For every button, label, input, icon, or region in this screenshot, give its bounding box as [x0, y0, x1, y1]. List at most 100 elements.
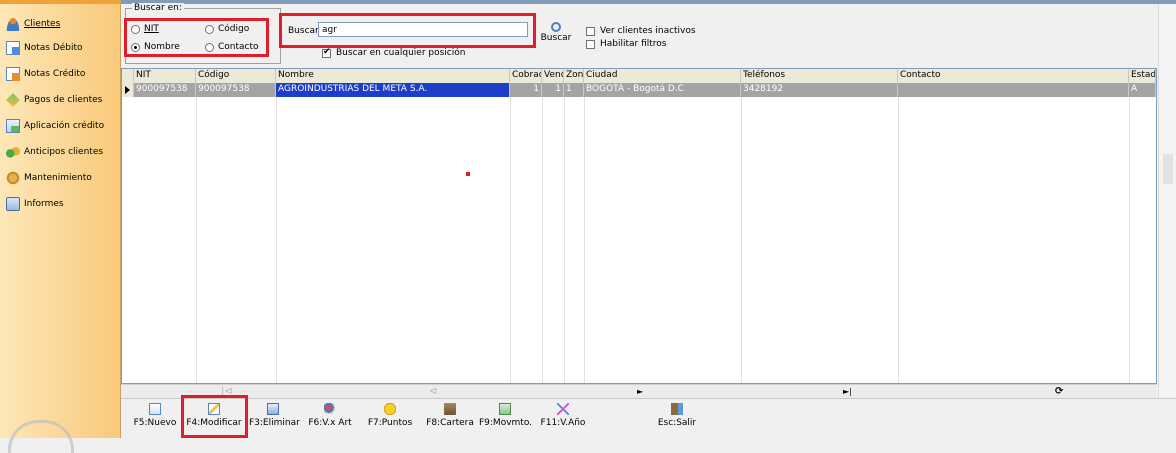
vertical-scrollbar[interactable] — [1158, 4, 1176, 398]
grid-line — [898, 97, 899, 383]
grid-line — [564, 97, 565, 383]
row-indicator-header — [122, 69, 134, 83]
movement-icon — [499, 403, 511, 415]
search-icon — [551, 22, 561, 32]
checkbox-box[interactable] — [586, 26, 595, 36]
record-navigator: |⊲ ⊲ ► ►| ⟳ — [121, 384, 1157, 399]
grid-line — [510, 97, 511, 383]
grid-line — [276, 97, 277, 383]
grid-line — [542, 97, 543, 383]
movement-button[interactable]: F9:Movmto. — [479, 401, 533, 435]
button-label: F5:Nuevo — [133, 418, 177, 428]
checkbox-box[interactable] — [322, 47, 331, 58]
sidebar-item-clientes[interactable]: Clientes — [6, 14, 60, 34]
sidebar-top-accent — [0, 0, 120, 4]
sidebar-item-notas-credito[interactable]: Notas Crédito — [6, 64, 85, 84]
column-header-contacto[interactable]: Contacto — [898, 69, 1129, 83]
exit-button[interactable]: Esc:Salir — [655, 401, 699, 435]
sheet-icon — [6, 119, 20, 133]
button-label: F8:Cartera — [426, 418, 474, 428]
people-icon — [6, 145, 20, 159]
checkbox-label: Ver clientes inactivos — [600, 26, 696, 36]
previous-record-button[interactable]: ⊲ — [429, 385, 437, 399]
grid-line — [1129, 97, 1130, 383]
checkbox-label: Habilitar filtros — [600, 39, 667, 49]
highlight-box-search-options — [124, 18, 269, 57]
sidebar-item-notas-debito[interactable]: Notas Débito — [6, 38, 83, 58]
button-label: F3:Eliminar — [249, 418, 300, 428]
delete-button[interactable]: F3:Eliminar — [249, 401, 300, 435]
document-orange-icon — [6, 67, 20, 81]
tools-icon — [6, 171, 20, 185]
search-in-legend: Buscar en: — [132, 3, 184, 13]
cell-nit[interactable]: 900097538 — [134, 83, 196, 97]
checkbox-label: Buscar en cualquier posición — [336, 48, 466, 58]
column-header-codigo[interactable]: Código — [196, 69, 276, 83]
window-top-strip — [121, 0, 1176, 4]
cell-telefonos[interactable]: 3428192 — [741, 83, 898, 97]
current-row-arrow-icon — [122, 83, 134, 97]
column-header-ciudad[interactable]: Ciudad — [584, 69, 741, 83]
clients-grid[interactable]: NIT Código Nombre Cobrad Vend Zon Ciudad… — [121, 68, 1157, 384]
cell-cobrador[interactable]: 1 — [510, 83, 542, 97]
cell-nombre[interactable]: AGROINDUSTRIAS DEL META S.A. — [276, 83, 510, 97]
sidebar-item-label: Pagos de clientes — [24, 95, 103, 105]
delete-icon — [267, 403, 279, 415]
sidebar-item-label: Notas Crédito — [24, 69, 86, 79]
sidebar-item-label: Clientes — [24, 19, 61, 29]
button-label: F6:V.x Art — [308, 418, 352, 428]
cell-zona[interactable]: 1 — [564, 83, 584, 97]
refresh-button[interactable]: ⟳ — [1055, 385, 1063, 399]
cell-contacto[interactable] — [898, 83, 1129, 97]
column-header-estado[interactable]: Estad — [1129, 69, 1156, 83]
sidebar-item-mantenimiento[interactable]: Mantenimiento — [6, 168, 92, 188]
inactive-clients-checkbox[interactable]: Ver clientes inactivos — [586, 26, 696, 36]
points-button[interactable]: F7:Puntos — [367, 401, 413, 435]
company-logo — [8, 420, 74, 453]
search-button[interactable]: Buscar — [540, 22, 572, 52]
any-position-checkbox[interactable]: Buscar en cualquier posición — [322, 47, 466, 58]
cell-estado[interactable]: A — [1129, 83, 1156, 97]
articles-icon — [324, 403, 336, 415]
scrollbar-thumb[interactable] — [1163, 154, 1173, 184]
sidebar-item-label: Informes — [24, 199, 64, 209]
column-header-nombre[interactable]: Nombre — [276, 69, 510, 83]
sidebar-item-label: Anticipos clientes — [24, 147, 104, 157]
next-record-button[interactable]: ► — [637, 385, 643, 399]
grid-header: NIT Código Nombre Cobrad Vend Zon Ciudad… — [122, 69, 1156, 84]
table-row[interactable]: 900097538 900097538 AGROINDUSTRIAS DEL M… — [122, 83, 1156, 97]
new-button[interactable]: F5:Nuevo — [133, 401, 177, 435]
portfolio-button[interactable]: F8:Cartera — [425, 401, 475, 435]
column-header-nit[interactable]: NIT — [134, 69, 196, 83]
checkbox-box[interactable] — [586, 39, 595, 49]
column-header-zona[interactable]: Zon — [564, 69, 584, 83]
bottom-toolbar: F5:Nuevo F4:Modificar F3:Eliminar F6:V.x… — [121, 398, 1176, 439]
grid-line — [584, 97, 585, 383]
cell-ciudad[interactable]: BOGOTÁ - Bogotá D.C — [584, 83, 741, 97]
document-blue-icon — [6, 41, 20, 55]
column-header-cobrador[interactable]: Cobrad — [510, 69, 542, 83]
year-chart-icon — [557, 403, 569, 415]
printer-icon — [6, 197, 20, 211]
cell-vendedor[interactable]: 1 — [542, 83, 564, 97]
sales-year-button[interactable]: F11:V.Año — [539, 401, 587, 435]
button-label: F7:Puntos — [367, 418, 413, 428]
enable-filters-checkbox[interactable]: Habilitar filtros — [586, 39, 667, 49]
portfolio-icon — [444, 403, 456, 415]
last-record-button[interactable]: ►| — [843, 385, 852, 399]
highlight-box-search-field — [279, 13, 536, 48]
button-label: F9:Movmto. — [479, 418, 533, 428]
sidebar-item-anticipos-clientes[interactable]: Anticipos clientes — [6, 142, 103, 162]
sidebar-item-aplicacion-credito[interactable]: Aplicación crédito — [6, 116, 104, 136]
sales-by-article-button[interactable]: F6:V.x Art — [307, 401, 353, 435]
button-label: F11:V.Año — [540, 418, 586, 428]
column-header-vendedor[interactable]: Vend — [542, 69, 564, 83]
column-header-telefonos[interactable]: Teléfonos — [741, 69, 898, 83]
sidebar-item-label: Notas Débito — [24, 43, 83, 53]
highlight-box-modify — [181, 395, 248, 438]
cell-codigo[interactable]: 900097538 — [196, 83, 276, 97]
sidebar-item-informes[interactable]: Informes — [6, 194, 64, 214]
sidebar-item-pagos-clientes[interactable]: Pagos de clientes — [6, 90, 102, 110]
sidebar: Clientes Notas Débito Notas Crédito Pago… — [0, 0, 121, 453]
user-icon — [6, 17, 20, 31]
